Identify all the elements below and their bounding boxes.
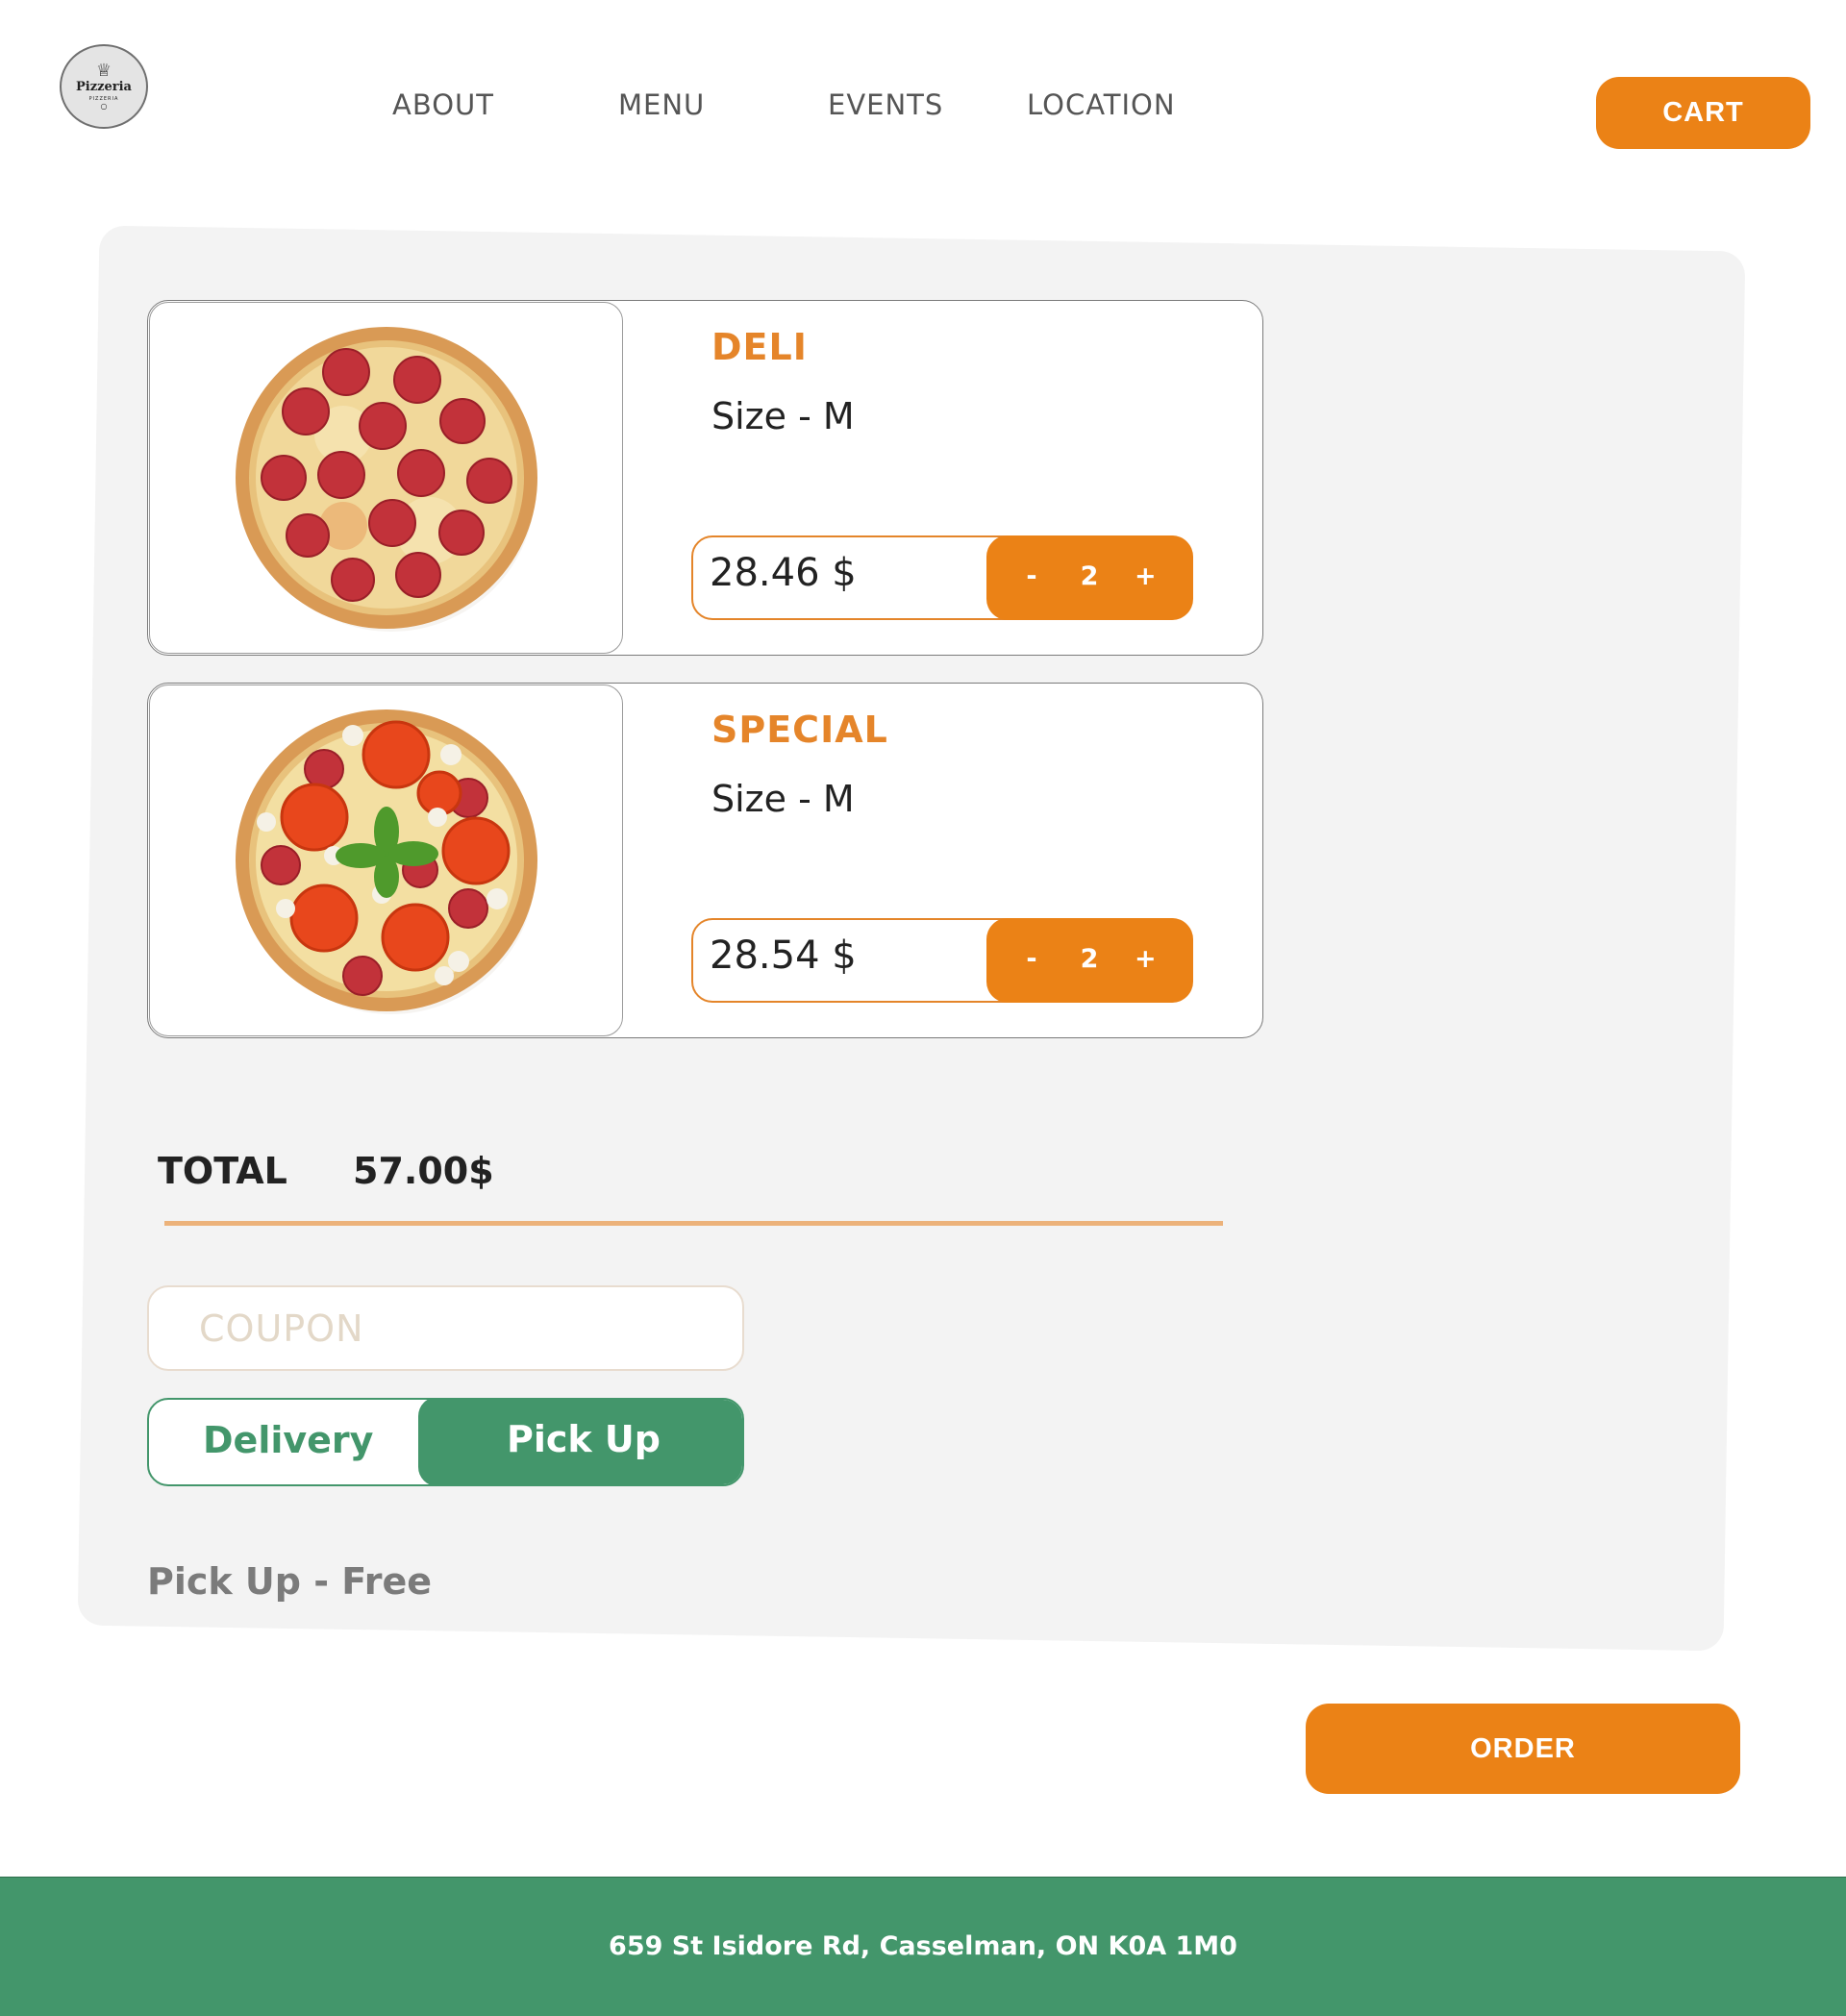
pepperoni-pizza-image xyxy=(235,327,537,632)
nav-location[interactable]: LOCATION xyxy=(1027,88,1176,121)
total-divider xyxy=(164,1221,1223,1226)
quantity-value: 2 xyxy=(1080,561,1099,591)
footer: 659 St Isidore Rd, Casselman, ON K0A 1M0 xyxy=(0,1877,1846,2016)
price-box: 28.54 $ - 2 + xyxy=(691,918,1193,1003)
cart-item-special: SPECIAL Size - M 28.54 $ - 2 + xyxy=(147,683,1263,1038)
increase-quantity-button[interactable]: + xyxy=(1135,561,1157,591)
pizza-image-frame xyxy=(149,684,623,1036)
fulfillment-toggle: Delivery Pick Up xyxy=(147,1398,744,1486)
nav-menu[interactable]: MENU xyxy=(618,88,705,121)
logo-text: Pizzeria xyxy=(76,80,132,94)
pizza-slice-icon: ♕ xyxy=(95,61,112,81)
pizza-image-frame xyxy=(149,302,623,654)
logo-dot-icon: ○ xyxy=(100,102,108,111)
nav-about[interactable]: ABOUT xyxy=(392,88,494,121)
cart-button[interactable]: CART xyxy=(1596,77,1810,149)
total-label: TOTAL xyxy=(158,1150,287,1192)
quantity-stepper: - 2 + xyxy=(986,535,1193,620)
coupon-input[interactable] xyxy=(147,1285,744,1371)
fulfillment-fee-text: Pick Up - Free xyxy=(147,1560,433,1603)
special-pizza-image xyxy=(235,709,537,1014)
quantity-stepper: - 2 + xyxy=(986,918,1193,1003)
item-price: 28.46 $ xyxy=(710,551,857,595)
decrease-quantity-button[interactable]: - xyxy=(1023,944,1040,974)
item-name: SPECIAL xyxy=(711,709,888,751)
total-value: 57.00$ xyxy=(353,1150,494,1192)
item-size: Size - M xyxy=(711,778,855,820)
order-button[interactable]: ORDER xyxy=(1306,1704,1740,1794)
quantity-value: 2 xyxy=(1080,944,1099,974)
footer-address: 659 St Isidore Rd, Casselman, ON K0A 1M0 xyxy=(609,1931,1237,1961)
delivery-option[interactable]: Delivery xyxy=(203,1419,373,1461)
item-size: Size - M xyxy=(711,395,855,437)
increase-quantity-button[interactable]: + xyxy=(1135,944,1157,974)
price-box: 28.46 $ - 2 + xyxy=(691,535,1193,620)
pizzeria-logo[interactable]: ♕ Pizzeria PIZZERIA ○ xyxy=(60,44,148,129)
cart-item-deli: DELI Size - M 28.46 $ - 2 + xyxy=(147,300,1263,656)
decrease-quantity-button[interactable]: - xyxy=(1023,561,1040,591)
item-price: 28.54 $ xyxy=(710,933,857,978)
pickup-option[interactable]: Pick Up xyxy=(418,1400,742,1484)
nav-events[interactable]: EVENTS xyxy=(828,88,943,121)
item-name: DELI xyxy=(711,326,808,368)
